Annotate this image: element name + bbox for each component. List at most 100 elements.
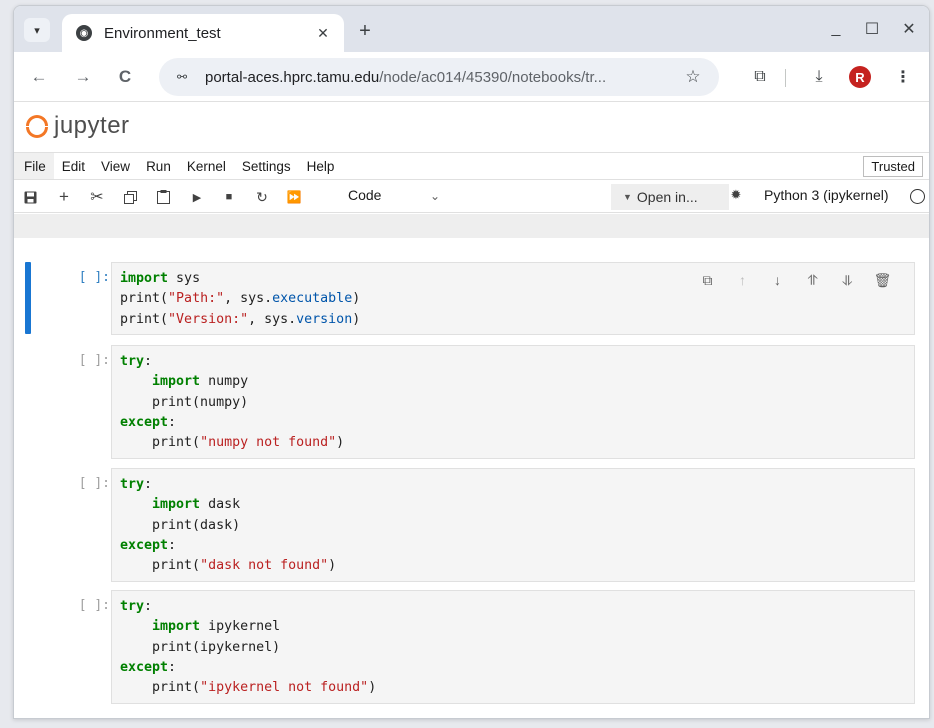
code-line: print(ipykernel) — [120, 638, 906, 658]
code-token: except — [120, 537, 169, 553]
menu-file[interactable]: File — [14, 153, 54, 179]
code-line: print("dask not found") — [120, 556, 906, 576]
browser-toolbar: ← → C ⚯ portal-aces.hprc.tamu.edu/node/a… — [14, 52, 929, 102]
code-token: executable — [272, 291, 353, 307]
open-in-button[interactable]: ▼ Open in... — [611, 184, 729, 210]
code-token: except — [120, 659, 169, 675]
menubar: File Edit View Run Kernel Settings Help … — [14, 152, 929, 180]
code-token: print( — [120, 435, 201, 451]
code-editor[interactable]: try: import numpy print(numpy) except: pr… — [111, 345, 915, 459]
code-line: except: — [120, 536, 906, 556]
browser-window: ▾ ◉ Environment_test ✕ + _ ☐ ✕ ← → C ⚯ p… — [13, 5, 930, 719]
code-line: print("ipykernel not found") — [120, 678, 906, 698]
paste-icon[interactable] — [153, 187, 173, 207]
kernel-name[interactable]: Python 3 (ipykernel) — [764, 187, 889, 203]
insert-cell-icon[interactable]: + — [54, 187, 74, 207]
debugger-bug-icon[interactable]: ✹ — [726, 187, 746, 203]
code-cell[interactable]: [ ]: try: import ipykernel print(ipykerne… — [14, 590, 929, 704]
cell-prompt: [ ]: — [78, 353, 110, 368]
save-icon[interactable] — [20, 187, 40, 207]
extensions-icon[interactable]: ⧉ — [749, 66, 771, 88]
run-icon[interactable]: ▶ — [187, 187, 207, 207]
open-in-label: Open in... — [636, 189, 698, 205]
restart-icon[interactable]: ↻ — [252, 187, 272, 207]
code-token: : — [168, 414, 177, 430]
menu-settings[interactable]: Settings — [234, 153, 299, 179]
code-line: print("numpy not found") — [120, 433, 906, 453]
code-editor[interactable]: import sys print("Path:", sys.executable)… — [111, 262, 915, 335]
restart-run-all-icon[interactable]: ⏩ — [284, 187, 304, 207]
maximize-button[interactable]: ☐ — [860, 18, 884, 40]
code-cell[interactable]: [ ]: try: import dask print(dask) except: … — [14, 468, 929, 582]
forward-button[interactable]: → — [72, 66, 94, 88]
code-editor[interactable]: try: import ipykernel print(ipykernel) ex… — [111, 590, 915, 704]
site-info-icon[interactable]: ⚯ — [169, 64, 195, 90]
code-token: import — [120, 271, 169, 286]
close-window-button[interactable]: ✕ — [897, 18, 921, 40]
back-button[interactable]: ← — [28, 66, 50, 88]
code-token: ) — [352, 311, 361, 327]
jupyter-logo-icon — [26, 114, 48, 138]
address-bar[interactable]: ⚯ portal-aces.hprc.tamu.edu/node/ac014/4… — [159, 58, 719, 96]
move-up-icon[interactable]: ↑ — [731, 271, 754, 289]
copy-icon[interactable] — [120, 187, 140, 207]
code-line: import ipykernel — [120, 617, 906, 637]
code-line: import numpy — [120, 372, 906, 392]
code-token: "numpy not found" — [200, 435, 337, 451]
download-icon[interactable]: ⤓ — [808, 66, 830, 88]
code-token: import — [152, 374, 201, 390]
code-token: try — [120, 599, 145, 614]
minimize-button[interactable]: _ — [824, 18, 848, 40]
browser-tab[interactable]: ◉ Environment_test ✕ — [62, 14, 344, 52]
code-token: version — [296, 311, 353, 327]
code-line: print("Version:", sys.version) — [120, 310, 906, 330]
chevron-down-icon[interactable]: ⌄ — [430, 189, 440, 203]
cell-type-select[interactable]: Code — [348, 187, 381, 203]
code-token: : — [144, 477, 153, 492]
code-token: dask — [200, 497, 241, 513]
caret-down-icon: ▼ — [623, 192, 632, 202]
insert-above-icon[interactable]: ⥣ — [801, 271, 824, 289]
tab-search-icon[interactable]: ▾ — [24, 18, 50, 42]
new-tab-button[interactable]: + — [354, 20, 376, 42]
cut-icon[interactable]: ✂ — [87, 187, 107, 207]
move-down-icon[interactable]: ↓ — [766, 271, 789, 289]
menu-run[interactable]: Run — [138, 153, 179, 179]
insert-below-icon[interactable]: ⥥ — [836, 271, 859, 289]
code-line: try: — [120, 475, 906, 495]
menu-kebab-icon[interactable]: ⋮ — [892, 66, 914, 88]
active-cell-indicator[interactable] — [25, 262, 31, 334]
code-token: "dask not found" — [200, 558, 329, 574]
code-cell[interactable]: [ ]: import sys print("Path:", sys.executa… — [14, 262, 929, 335]
bookmark-star-icon[interactable]: ☆ — [681, 67, 705, 87]
code-token: print(numpy) — [120, 394, 249, 410]
code-line: except: — [120, 413, 906, 433]
code-token: "Version:" — [168, 311, 249, 327]
tab-strip: ▾ ◉ Environment_test ✕ + _ ☐ ✕ — [14, 6, 929, 52]
cell-prompt: [ ]: — [78, 270, 110, 285]
trusted-indicator[interactable]: Trusted — [863, 156, 923, 177]
code-token: print( — [120, 311, 169, 327]
code-line: except: — [120, 658, 906, 678]
code-token: numpy — [200, 374, 249, 390]
delete-cell-icon[interactable]: 🗑 — [871, 271, 894, 289]
menu-kernel[interactable]: Kernel — [179, 153, 234, 179]
jupyter-logo[interactable]: jupyter — [26, 112, 130, 140]
duplicate-cell-icon[interactable]: ⧉ — [696, 271, 719, 289]
profile-avatar[interactable]: R — [849, 66, 871, 88]
code-line: print(dask) — [120, 516, 906, 536]
code-cell[interactable]: [ ]: try: import numpy print(numpy) except… — [14, 345, 929, 459]
code-line: print(numpy) — [120, 393, 906, 413]
menu-edit[interactable]: Edit — [54, 153, 93, 179]
toolbar-divider — [785, 69, 786, 87]
reload-button[interactable]: C — [114, 66, 136, 88]
url-text[interactable]: portal-aces.hprc.tamu.edu/node/ac014/453… — [205, 69, 681, 86]
code-line: try: — [120, 352, 906, 372]
code-token: import — [152, 619, 201, 635]
tab-close-icon[interactable]: ✕ — [312, 22, 334, 44]
code-token: : — [168, 537, 177, 553]
menu-help[interactable]: Help — [299, 153, 343, 179]
stop-icon[interactable]: ■ — [219, 187, 239, 207]
code-editor[interactable]: try: import dask print(dask) except: prin… — [111, 468, 915, 582]
menu-view[interactable]: View — [93, 153, 138, 179]
